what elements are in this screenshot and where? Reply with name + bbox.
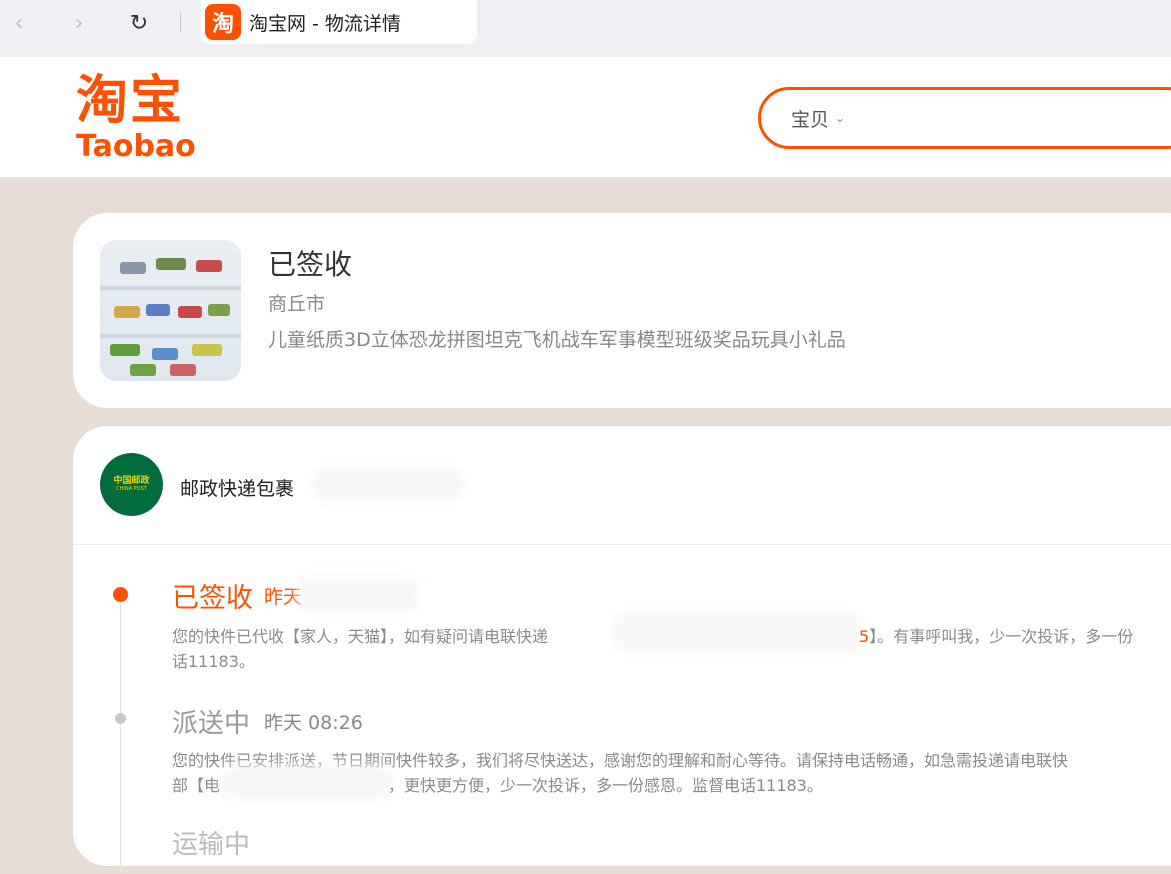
toy-shape: [114, 306, 140, 318]
carrier-name: 邮政快递包裹: [180, 478, 295, 500]
taobao-logo[interactable]: 淘宝 Taobao: [76, 73, 216, 163]
event-time: 昨天: [264, 586, 303, 608]
search-box[interactable]: 宝贝 ⌄: [758, 87, 1171, 149]
highlight-digit: 5: [859, 627, 870, 646]
toy-shape: [130, 364, 156, 376]
order-summary-card: 已签收 商丘市 儿童纸质3D立体恐龙拼图坦克飞机战车军事模型班级奖品玩具小礼品: [73, 213, 1171, 408]
logistics-card: 中国邮政 CHINA POST 邮政快递包裹 已签收 昨天 您的快件已代收【家人…: [73, 426, 1171, 874]
event-description: 您的快件已代收【家人，天猫】，如有疑问请电联快递: [172, 627, 549, 646]
chevron-right-icon: ›: [74, 10, 84, 36]
taobao-favicon-icon: 淘: [205, 4, 241, 40]
logo-text-cn: 淘宝: [76, 71, 185, 131]
timeline-dot: [115, 713, 126, 724]
toy-shape: [152, 348, 178, 360]
toolbar-divider: [180, 12, 181, 32]
search-category-select[interactable]: 宝贝: [791, 105, 829, 132]
event-description-line2: 话11183。: [172, 652, 255, 671]
tab-title: 淘宝网 - 物流详情: [249, 12, 401, 35]
event-time: 昨天 08:26: [264, 712, 363, 734]
reload-button[interactable]: ↻: [124, 8, 154, 38]
toy-shape: [208, 304, 230, 316]
event-description-line2-end: ，更快更方便，少一次投诉，多一份感恩。监督电话11183。: [388, 776, 823, 795]
china-post-logo-icon: 中国邮政 CHINA POST: [100, 453, 163, 516]
browser-tab[interactable]: 淘 淘宝网 - 物流详情: [201, 0, 477, 44]
toy-shape: [120, 262, 146, 274]
reload-icon: ↻: [129, 10, 149, 36]
logo-text-en: Taobao: [76, 129, 196, 164]
redacted-tracking-number: [313, 466, 463, 502]
event-status: 已签收: [172, 583, 253, 614]
redacted-phone: [223, 766, 393, 800]
timeline-dot-active: [113, 587, 128, 602]
image-shelf: [100, 334, 241, 338]
event-description-tail: 5】。有事呼叫我，少一次投诉，多一份: [859, 624, 1133, 649]
back-button[interactable]: ‹: [4, 8, 34, 38]
event-description-end: 】。有事呼叫我，少一次投诉，多一份: [869, 627, 1134, 646]
order-status: 已签收: [268, 248, 353, 281]
site-header: 淘宝 Taobao 宝贝 ⌄: [0, 57, 1171, 177]
image-shelf: [100, 286, 241, 290]
toy-shape: [170, 364, 196, 376]
forward-button[interactable]: ›: [64, 8, 94, 38]
product-image[interactable]: [100, 240, 241, 381]
toy-shape: [192, 344, 222, 356]
card-divider: [73, 544, 1171, 545]
toy-shape: [156, 258, 186, 270]
toy-shape: [196, 260, 222, 272]
chevron-left-icon: ‹: [14, 10, 24, 36]
event-status: 派送中: [172, 709, 251, 739]
toy-shape: [146, 304, 170, 316]
timeline-line: [120, 594, 121, 874]
event-status: 运输中: [172, 830, 251, 860]
browser-toolbar: ‹ › ↻ 淘 淘宝网 - 物流详情: [0, 0, 1171, 57]
order-city: 商丘市: [268, 293, 326, 315]
redacted-phone: [613, 612, 863, 652]
product-name[interactable]: 儿童纸质3D立体恐龙拼图坦克飞机战车军事模型班级奖品玩具小礼品: [268, 325, 846, 352]
redacted-time: [298, 576, 418, 612]
toy-shape: [178, 306, 202, 318]
chevron-down-icon: ⌄: [835, 111, 846, 125]
toy-shape: [110, 344, 140, 356]
